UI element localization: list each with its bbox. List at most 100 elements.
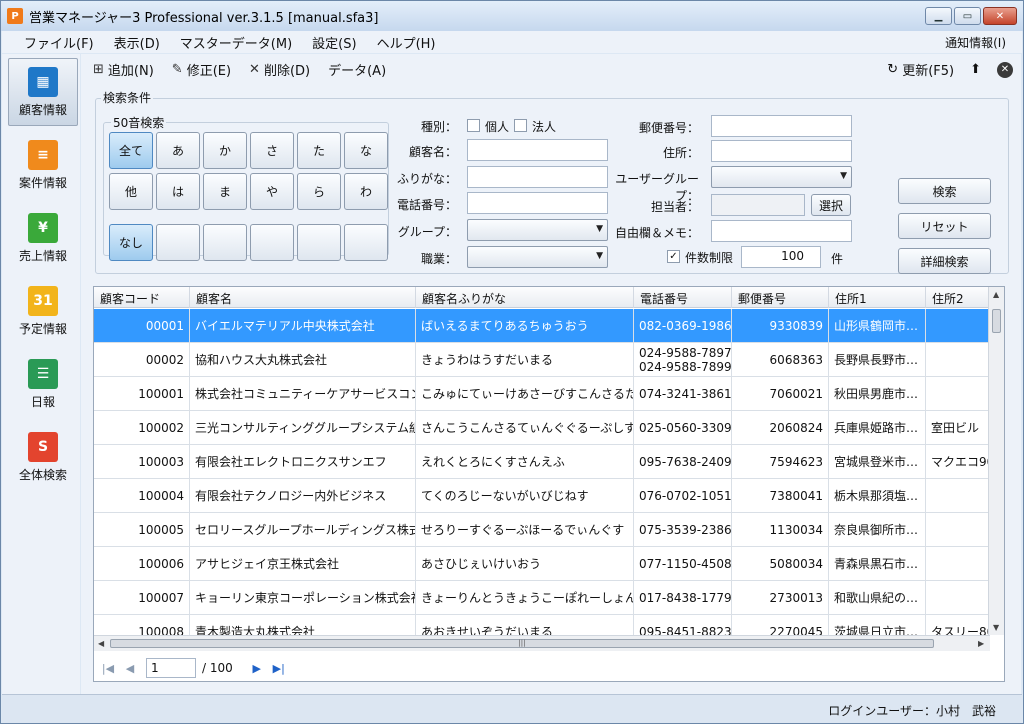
vertical-scrollbar[interactable]: ▲ ▼ [988,287,1004,635]
nav-global-search[interactable]: S 全体検索 [8,423,78,491]
kana-button-all[interactable]: 全て [109,132,153,169]
cell-address2 [926,377,990,410]
customer-card-icon: ▦ [28,66,58,97]
page-number-input[interactable]: 1 [146,658,196,678]
col-address1[interactable]: 住所1 [829,287,926,308]
scroll-down-icon[interactable]: ▼ [993,623,999,632]
first-page-icon[interactable]: |◀ [100,662,116,675]
kana-button-ka[interactable]: か [203,132,247,169]
cell-address2 [926,343,990,376]
kana-button-ta[interactable]: た [297,132,341,169]
limit-input[interactable]: 100 [741,246,821,268]
table-row[interactable]: 100001株式会社コミュニティーケアサービスコンサルタントこみゅにてぃーけあさ… [94,377,990,411]
staff-select-button[interactable]: 選択 [811,194,851,216]
kana-button-empty[interactable] [344,224,388,261]
col-kana[interactable]: 顧客名ふりがな [416,287,634,308]
user-group-select[interactable] [711,166,852,188]
cell-name: アサヒジェイ京王株式会社 [190,547,416,580]
kana-button-none[interactable]: なし [109,224,153,261]
kana-button-wa[interactable]: わ [344,173,388,210]
nav-sales[interactable]: ¥ 売上情報 [8,204,78,272]
kana-button-ra[interactable]: ら [297,173,341,210]
col-zip[interactable]: 郵便番号 [732,287,829,308]
upload-icon[interactable]: ⬆ [970,62,981,77]
delete-button[interactable]: ✕ 削除(D) [249,60,310,79]
data-menu-button[interactable]: データ(A) [328,60,386,79]
free-memo-input[interactable] [711,220,852,242]
reset-button[interactable]: リセット [898,213,991,239]
detail-search-button[interactable]: 詳細検索 [898,248,991,274]
vertical-scroll-thumb[interactable] [992,309,1001,333]
phone-input[interactable] [467,192,608,214]
col-name[interactable]: 顧客名 [190,287,416,308]
col-phone[interactable]: 電話番号 [634,287,732,308]
table-row[interactable]: 00002 協和ハウス大丸株式会社 きょうわはうすだいまる 024-9588-7897… [94,343,990,377]
table-row[interactable]: 100003 有限会社エレクトロニクスサンエフ えれくとろにくすさんえふ 095-76… [94,445,990,479]
scroll-up-icon[interactable]: ▲ [993,290,999,299]
add-button[interactable]: ⊞ 追加(N) [93,60,154,79]
menu-help[interactable]: ヘルプ(H) [367,33,446,52]
kana-button-empty[interactable] [297,224,341,261]
scroll-right-icon[interactable]: ▶ [978,639,984,648]
pencil-icon: ✎ [171,61,183,77]
close-window-button[interactable]: ✕ [983,7,1017,25]
scroll-left-icon[interactable]: ◀ [98,639,104,648]
close-panel-icon[interactable]: ✕ [997,61,1013,78]
address-input[interactable] [711,140,852,162]
phone-line: 024-9588-7899 [639,359,732,374]
individual-checkbox[interactable] [467,119,480,132]
maximize-button[interactable]: ▭ [954,7,981,25]
kana-button-empty[interactable] [203,224,247,261]
kana-button-empty[interactable] [250,224,294,261]
kana-button-ya[interactable]: や [250,173,294,210]
job-select[interactable] [467,246,608,268]
minimize-button[interactable]: ▁ [925,7,952,25]
menu-view[interactable]: 表示(D) [104,33,170,52]
furigana-input[interactable] [467,166,608,188]
menu-file[interactable]: ファイル(F) [2,33,104,52]
horizontal-scroll-thumb[interactable]: ||| [110,639,934,648]
last-page-icon[interactable]: ▶| [271,662,287,675]
kana-button-ha[interactable]: は [156,173,200,210]
cell-name: 協和ハウス大丸株式会社 [190,343,416,376]
next-page-icon[interactable]: ▶ [249,662,265,675]
zip-input[interactable] [711,115,852,137]
table-row[interactable]: 00001 バイエルマテリアル中央株式会社 ばいえるまてりあるちゅうおう 082-03… [94,309,990,343]
col-code[interactable]: 顧客コード [94,287,190,308]
limit-checkbox[interactable]: ✓ [667,250,680,263]
search-button[interactable]: 検索 [898,178,991,204]
group-select[interactable] [467,219,608,241]
prev-page-icon[interactable]: ◀ [122,662,138,675]
table-row[interactable]: 100006 アサヒジェイ京王株式会社 あさひじぇいけいおう 077-1150-450… [94,547,990,581]
table-row[interactable]: 100004 有限会社テクノロジー内外ビジネス てくのろじーないがいびじねす 076-… [94,479,990,513]
table-row[interactable]: 100002 三光コンサルティンググループシステム組合 さんこうこんさるてぃんぐぐる… [94,411,990,445]
kana-button-ma[interactable]: ま [203,173,247,210]
kana-button-a[interactable]: あ [156,132,200,169]
cell-zip: 1130034 [732,513,829,546]
customer-name-input[interactable] [467,139,608,161]
corporate-checkbox[interactable] [514,119,527,132]
table-row[interactable]: 100007 キョーリン東京コーポレーション株式会社 きょーりんとうきょうこーぽれー… [94,581,990,615]
refresh-button[interactable]: ↻ 更新(F5) [887,60,954,79]
individual-label: 個人 [485,120,510,134]
horizontal-scrollbar[interactable]: ◀ ||| ▶ [94,635,990,651]
notification-menu[interactable]: 通知情報(I) [945,34,1006,51]
kana-button-empty[interactable] [156,224,200,261]
zip-label: 郵便番号： [638,121,699,135]
limit-unit: 件 [831,252,844,266]
limit-label: 件数制限 [685,251,734,265]
cell-name: 有限会社エレクトロニクスサンエフ [190,445,416,478]
nav-schedule[interactable]: 31 予定情報 [8,277,78,345]
nav-daily-report[interactable]: ☰ 日報 [8,350,78,418]
nav-customer[interactable]: ▦ 顧客情報 [8,58,78,126]
table-row[interactable]: 100005セロリースグループホールディングス株式会社せろりーすぐるーぷほーるで… [94,513,990,547]
menu-master-data[interactable]: マスターデータ(M) [170,33,302,52]
kana-button-na[interactable]: な [344,132,388,169]
kana-button-other[interactable]: 他 [109,173,153,210]
col-address2[interactable]: 住所2 [926,287,990,308]
menu-settings[interactable]: 設定(S) [302,33,366,52]
cell-address1: 奈良県御所市… [829,513,926,546]
kana-button-sa[interactable]: さ [250,132,294,169]
edit-button[interactable]: ✎ 修正(E) [172,60,231,79]
nav-project[interactable]: ≡ 案件情報 [8,131,78,199]
